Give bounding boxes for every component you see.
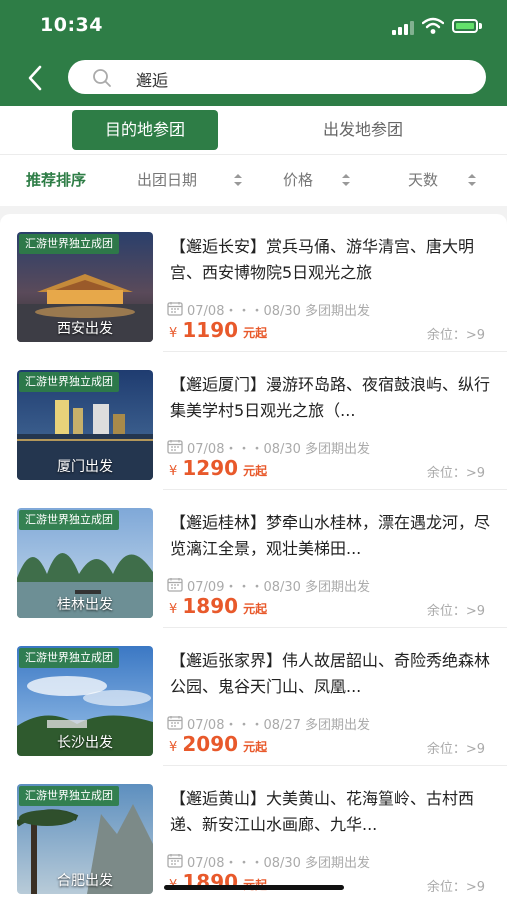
calendar-icon [167, 302, 183, 316]
thumbnail-badge: 汇游世界独立成团 [19, 234, 119, 254]
tour-dates: 07/09・・・08/30 多团期出发 [187, 580, 371, 595]
sort-arrows-icon [342, 174, 350, 186]
price: ¥ 2090 元起 [169, 732, 268, 756]
search-query: 邂逅 [136, 71, 169, 90]
departure-city: 桂林出发 [57, 597, 113, 613]
calendar-icon [167, 716, 183, 730]
search-input[interactable]: 邂逅 [68, 60, 486, 94]
home-indicator [164, 885, 344, 890]
tab-bar: 目的地参团 出发地参团 [0, 106, 507, 154]
tour-dates: 07/08・・・08/30 多团期出发 [187, 442, 371, 457]
remaining-seats: 余位：>9 [426, 742, 485, 757]
product-thumbnail: 汇游世界独立成团 厦门出发 [17, 370, 153, 480]
price: ¥ 1890 元起 [169, 594, 268, 618]
calendar-icon [167, 578, 183, 592]
status-bar: 10:34 [0, 0, 507, 54]
product-title: 【邂逅张家界】伟人故居韶山、奇险秀绝森林公园、鬼谷天门山、凤凰... [170, 651, 491, 696]
tour-dates: 07/08・・・08/30 多团期出发 [187, 304, 371, 319]
product-card[interactable]: 汇游世界独立成团 合肥出发 【邂逅黄山】大美黄山、花海篁岭、古村西递、新安江山水… [0, 766, 507, 900]
search-icon [93, 69, 111, 87]
sort-departure-date[interactable]: 出团日期 [137, 169, 197, 190]
tour-dates: 07/08・・・08/27 多团期出发 [187, 718, 371, 733]
price: ¥ 1290 元起 [169, 456, 268, 480]
product-title: 【邂逅长安】赏兵马俑、游华清宫、唐大明宫、西安博物院5日观光之旅 [170, 237, 475, 282]
remaining-seats: 余位：>9 [426, 466, 485, 481]
product-thumbnail: 汇游世界独立成团 长沙出发 [17, 646, 153, 756]
cellular-signal-icon [392, 21, 414, 35]
tab-destination-group[interactable]: 目的地参团 [72, 110, 218, 150]
battery-cap [479, 23, 482, 29]
remaining-seats: 余位：>9 [426, 604, 485, 619]
thumbnail-badge: 汇游世界独立成团 [19, 510, 119, 530]
tab-departure-group[interactable]: 出发地参团 [290, 110, 436, 150]
battery-icon [452, 19, 478, 33]
thumbnail-badge: 汇游世界独立成团 [19, 372, 119, 392]
calendar-icon [167, 440, 183, 454]
price: ¥ 1190 元起 [169, 318, 268, 342]
sort-bar: 推荐排序 出团日期 价格 天数 [0, 154, 507, 206]
calendar-icon [167, 854, 183, 868]
product-thumbnail: 汇游世界独立成团 合肥出发 [17, 784, 153, 894]
product-card[interactable]: 汇游世界独立成团 长沙出发 【邂逅张家界】伟人故居韶山、奇险秀绝森林公园、鬼谷天… [0, 628, 507, 766]
remaining-seats: 余位：>9 [426, 880, 485, 895]
product-thumbnail: 汇游世界独立成团 西安出发 [17, 232, 153, 342]
departure-city: 合肥出发 [57, 873, 113, 889]
sort-price[interactable]: 价格 [283, 169, 313, 190]
sort-arrows-icon [234, 174, 242, 186]
tour-dates: 07/08・・・08/30 多团期出发 [187, 856, 371, 871]
departure-city: 厦门出发 [57, 459, 113, 475]
product-list: 汇游世界独立成团 西安出发 【邂逅长安】赏兵马俑、游华清宫、唐大明宫、西安博物院… [0, 214, 507, 900]
product-title: 【邂逅桂林】梦牵山水桂林，漂在遇龙河，尽览漓江全景，观壮美梯田... [170, 513, 491, 558]
product-card[interactable]: 汇游世界独立成团 桂林出发 【邂逅桂林】梦牵山水桂林，漂在遇龙河，尽览漓江全景，… [0, 490, 507, 628]
app-header: 10:34 邂逅 [0, 0, 507, 106]
departure-city: 长沙出发 [57, 735, 113, 751]
product-thumbnail: 汇游世界独立成团 桂林出发 [17, 508, 153, 618]
product-title: 【邂逅黄山】大美黄山、花海篁岭、古村西递、新安江山水画廊、九华... [170, 789, 475, 834]
sort-recommended[interactable]: 推荐排序 [26, 169, 86, 190]
wifi-icon [422, 17, 444, 34]
sort-arrows-icon [468, 174, 476, 186]
thumbnail-badge: 汇游世界独立成团 [19, 786, 119, 806]
thumbnail-badge: 汇游世界独立成团 [19, 648, 119, 668]
departure-city: 西安出发 [57, 321, 113, 337]
sort-days[interactable]: 天数 [408, 169, 438, 190]
product-card[interactable]: 汇游世界独立成团 厦门出发 【邂逅厦门】漫游环岛路、夜宿鼓浪屿、纵行集美学村5日… [0, 352, 507, 490]
status-time: 10:34 [40, 14, 103, 36]
remaining-seats: 余位：>9 [426, 328, 485, 343]
product-title: 【邂逅厦门】漫游环岛路、夜宿鼓浪屿、纵行集美学村5日观光之旅（... [170, 375, 491, 420]
price: ¥ 1890 元起 [169, 870, 267, 894]
back-arrow-icon[interactable] [22, 60, 52, 96]
product-card[interactable]: 汇游世界独立成团 西安出发 【邂逅长安】赏兵马俑、游华清宫、唐大明宫、西安博物院… [0, 214, 507, 352]
